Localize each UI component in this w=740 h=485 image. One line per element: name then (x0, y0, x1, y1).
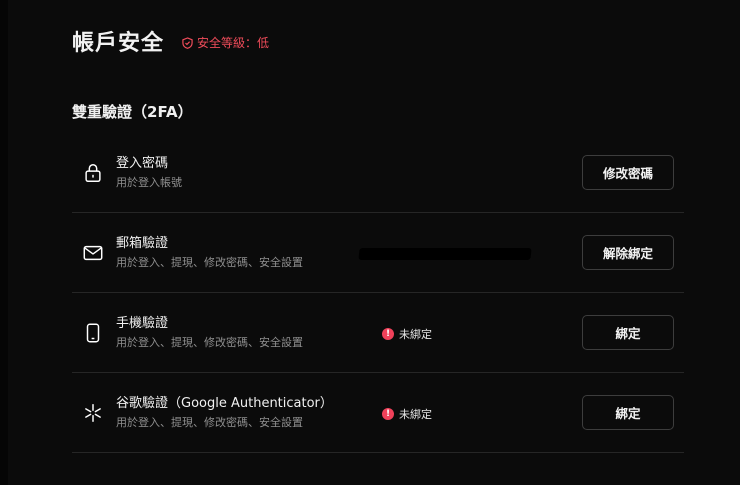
security-list: 登入密碼 用於登入帳號 修改密碼 郵箱驗證 用於登入、提現、修改密碼、安全設置 … (72, 133, 684, 453)
row-title: 郵箱驗證 (116, 236, 169, 251)
row-title: 谷歌驗證（Google Authenticator） (116, 396, 333, 411)
bind-authenticator-button[interactable]: 綁定 (582, 395, 674, 430)
status-badge: ! 未綁定 (382, 406, 432, 422)
list-item-login-password: 登入密碼 用於登入帳號 修改密碼 (72, 133, 684, 213)
page-title: 帳戶安全 (72, 31, 165, 56)
row-title: 登入密碼 (116, 156, 169, 171)
redacted-email (358, 248, 532, 260)
unbind-email-button[interactable]: 解除綁定 (582, 235, 674, 270)
security-level-badge: 安全等級：低 (182, 34, 269, 51)
list-item-google-authenticator: 谷歌驗證（Google Authenticator） 用於登入、提現、修改密碼、… (72, 373, 684, 453)
list-item-email-verification: 郵箱驗證 用於登入、提現、修改密碼、安全設置 解除綁定 (72, 213, 684, 293)
row-description: 用於登入帳號 (116, 176, 182, 189)
row-description: 用於登入、提現、修改密碼、安全設置 (116, 416, 303, 429)
page-header: 帳戶安全 安全等級：低 (72, 26, 269, 56)
status-text: 未綁定 (399, 408, 432, 421)
security-level-text: 安全等級：低 (197, 36, 270, 50)
phone-icon (86, 323, 100, 343)
row-description: 用於登入、提現、修改密碼、安全設置 (116, 256, 303, 269)
list-item-phone-verification: 手機驗證 用於登入、提現、修改密碼、安全設置 ! 未綁定 綁定 (72, 293, 684, 373)
warning-icon: ! (382, 328, 394, 340)
change-password-button[interactable]: 修改密碼 (582, 155, 674, 190)
row-description: 用於登入、提現、修改密碼、安全設置 (116, 336, 303, 349)
authenticator-icon (85, 404, 101, 422)
section-title-2fa: 雙重驗證（2FA） (72, 103, 193, 121)
status-text: 未綁定 (399, 328, 432, 341)
warning-icon: ! (382, 408, 394, 420)
lock-icon (85, 164, 101, 182)
left-edge (0, 0, 8, 485)
shield-icon (182, 36, 193, 49)
bind-phone-button[interactable]: 綁定 (582, 315, 674, 350)
row-title: 手機驗證 (116, 316, 169, 331)
status-badge: ! 未綁定 (382, 326, 432, 342)
mail-icon (83, 245, 103, 261)
